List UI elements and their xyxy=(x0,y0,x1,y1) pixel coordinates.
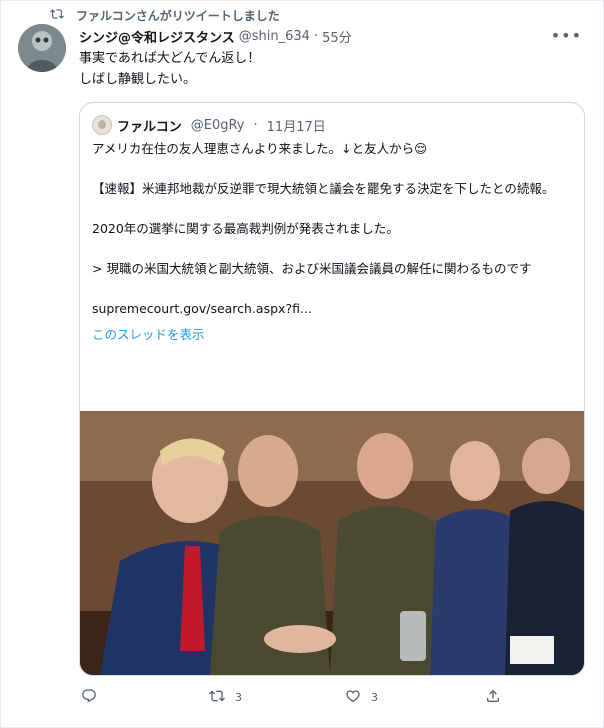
quoted-tweet[interactable]: ファルコン @E0gRy · 11月17日 アメリカ在住の友人理恵さんより来まし… xyxy=(79,102,585,676)
show-thread-link[interactable]: このスレッドを表示 xyxy=(92,325,576,345)
like-count: 3 xyxy=(371,691,378,704)
quoted-avatar[interactable] xyxy=(92,115,112,135)
quoted-paragraph: 2020年の選挙に関する最高裁判例が発表されました。 xyxy=(92,221,399,236)
retweet-icon xyxy=(209,688,225,707)
quoted-author-name[interactable]: ファルコン xyxy=(117,116,182,135)
quoted-tweet-text: アメリカ在住の友人理恵さんより来ました。↓と友人から😌 【速報】米連邦地裁が反逆… xyxy=(92,139,576,345)
quoted-meta-separator: · xyxy=(253,117,258,133)
quoted-paragraph: 【速報】米連邦地裁が反逆罪で現大統領と議会を罷免する決定を下したとの続報。 xyxy=(92,181,555,196)
retweet-banner-text[interactable]: ファルコンさんがリツイートしました xyxy=(76,7,280,24)
meta-separator: · xyxy=(313,28,319,44)
quoted-link[interactable]: supremecourt.gov/search.aspx?fi... xyxy=(92,299,576,319)
quoted-tweet-header: ファルコン @E0gRy · 11月17日 xyxy=(92,115,326,135)
reply-icon xyxy=(81,688,97,707)
quoted-tweet-photo[interactable] xyxy=(80,411,584,675)
tweet-header: シンジ@令和レジスタンス @shin_634 · 55分 xyxy=(79,26,564,46)
quoted-date[interactable]: 11月17日 xyxy=(267,116,326,135)
avatar[interactable] xyxy=(18,24,66,72)
heart-icon xyxy=(345,688,361,707)
retweet-count: 3 xyxy=(235,691,242,704)
author-handle[interactable]: @shin_634 xyxy=(239,29,310,44)
quoted-paragraph: > 現職の米国大統領と副大統領、および米国議会議員の解任に関わるものです xyxy=(92,261,532,276)
quoted-paragraph: アメリカ在住の友人理恵さんより来ました。↓と友人から😌 xyxy=(92,141,428,156)
quoted-author-handle[interactable]: @E0gRy xyxy=(191,118,245,133)
reply-button[interactable] xyxy=(81,688,107,707)
tweet-actions: 3 3 xyxy=(79,688,509,708)
tweet-time[interactable]: 55分 xyxy=(322,27,352,46)
retweet-button[interactable]: 3 xyxy=(209,688,242,707)
share-icon xyxy=(485,688,501,707)
tweet-text: 事実であれば大どんでん返し！ しばし静観したい。 xyxy=(79,51,261,87)
author-name[interactable]: シンジ@令和レジスタンス xyxy=(79,27,235,46)
retweet-icon xyxy=(50,7,64,24)
share-button[interactable] xyxy=(485,688,501,707)
retweet-banner: ファルコンさんがリツイートしました xyxy=(50,6,280,24)
like-button[interactable]: 3 xyxy=(345,688,378,707)
more-options-icon[interactable]: ••• xyxy=(551,26,582,45)
